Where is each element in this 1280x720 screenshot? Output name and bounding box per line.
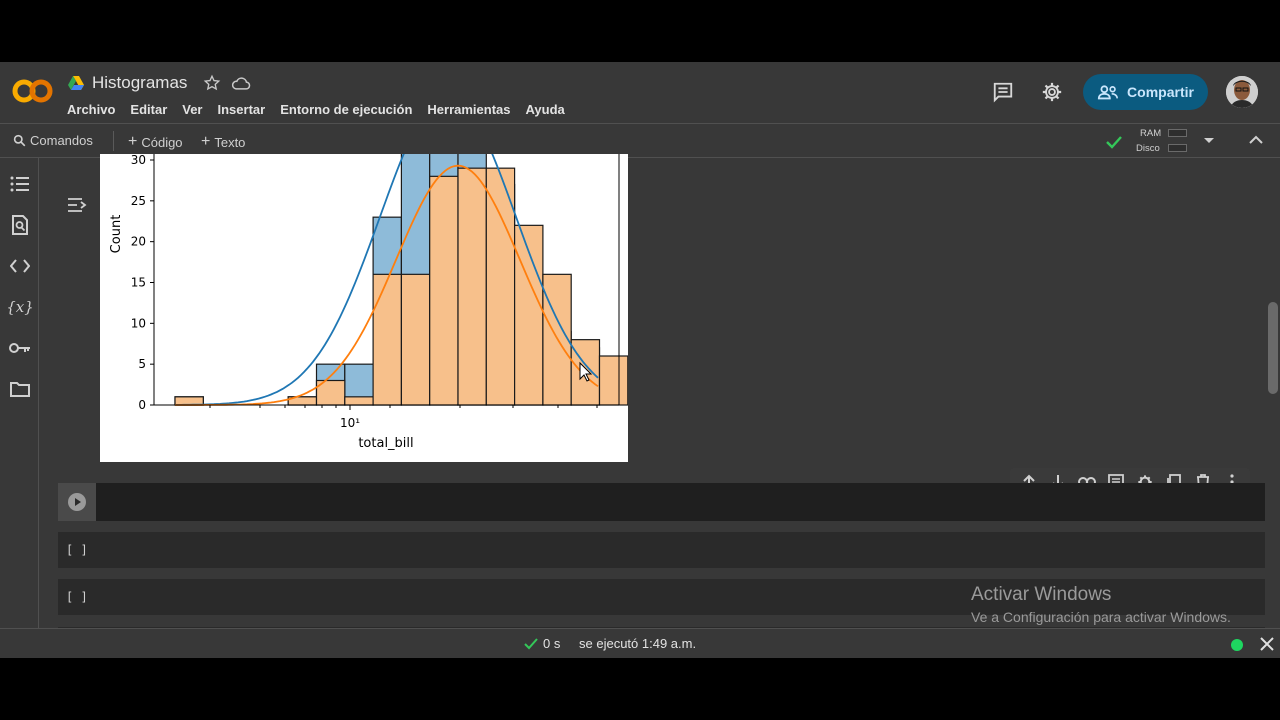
menu-entorno[interactable]: Entorno de ejecución [280, 102, 412, 117]
y-tick-label: 15 [131, 276, 146, 290]
menu-ayuda[interactable]: Ayuda [526, 102, 565, 117]
histogram-bar-orange [598, 355, 629, 406]
secrets-key-icon[interactable] [9, 337, 31, 359]
menu-archivo[interactable]: Archivo [67, 102, 115, 117]
runtime-dropdown-icon[interactable] [1203, 137, 1215, 145]
commands-button[interactable]: Comandos [13, 133, 93, 148]
x-axis-label: total_bill [358, 436, 413, 451]
close-icon[interactable] [1258, 635, 1276, 653]
cell-execution-bracket: [ ] [66, 543, 88, 557]
y-tick-label: 0 [138, 398, 146, 412]
find-replace-icon[interactable] [9, 214, 31, 236]
add-text-label: Texto [214, 134, 246, 150]
cell-execution-bracket: [ ] [66, 590, 88, 604]
executed-text: se ejecutó 1:49 a.m. [579, 636, 697, 651]
notebook-area: 0 5 10 15 20 25 30 10¹ total_bill Count [ ] [ ] [40, 93, 1280, 658]
play-icon [68, 493, 86, 511]
toolbar-divider [113, 131, 114, 151]
watermark-subtitle: Ve a Configuración para activar Windows. [971, 609, 1231, 625]
share-button[interactable]: Compartir [1083, 74, 1208, 110]
plus-icon: + [201, 133, 211, 150]
files-folder-icon[interactable] [9, 378, 31, 400]
ram-bar [1168, 129, 1187, 137]
add-text-button[interactable]: + Texto [201, 133, 245, 151]
check-icon [524, 637, 538, 649]
histogram-output: 0 5 10 15 20 25 30 10¹ total_bill Count [100, 93, 629, 462]
executed-at: se ejecutó 1:49 a.m. [579, 636, 696, 651]
output-toggle-icon[interactable] [66, 194, 88, 216]
menu-bar: Archivo Editar Ver Insertar Entorno de e… [67, 102, 565, 117]
histogram-bar-orange [372, 273, 403, 406]
y-tick-label: 10 [131, 316, 146, 330]
y-axis-label: Count [109, 215, 124, 254]
elapsed-time: 0 s [543, 636, 561, 651]
histogram-bar-orange [400, 273, 431, 406]
code-cell[interactable]: [ ] [58, 532, 1265, 568]
histogram-bar-orange [429, 175, 459, 406]
code-snippets-icon[interactable] [9, 255, 31, 277]
ram-label: RAM [1140, 128, 1162, 139]
disk-bar [1168, 144, 1187, 152]
resources-indicator[interactable]: RAM Disco [1135, 126, 1190, 156]
y-tick-label: 5 [138, 357, 146, 371]
connection-status-dot [1231, 639, 1243, 651]
vertical-scrollbar[interactable] [1268, 302, 1278, 394]
avatar[interactable] [1226, 76, 1258, 108]
comments-icon[interactable] [991, 80, 1015, 104]
colab-logo[interactable] [12, 76, 54, 106]
connected-check-icon [1106, 136, 1122, 149]
add-code-button[interactable]: + Código [128, 133, 183, 151]
colab-app: Histogramas Archivo Editar Ver Insertar … [0, 62, 1280, 658]
settings-gear-icon[interactable] [1040, 80, 1064, 104]
people-icon [1097, 85, 1119, 100]
histogram-chart: 0 5 10 15 20 25 30 10¹ total_bill Count [109, 93, 629, 451]
execution-status[interactable]: 0 s [524, 636, 560, 651]
disk-label: Disco [1136, 143, 1160, 154]
watermark-title: Activar Windows [971, 584, 1112, 605]
notebook-toolbar: Comandos + Código + Texto RAM Disco [0, 123, 1280, 158]
share-label: Compartir [1127, 84, 1194, 100]
plus-icon: + [128, 133, 138, 150]
drive-icon [68, 76, 84, 90]
menu-insertar[interactable]: Insertar [218, 102, 266, 117]
y-tick-label: 30 [131, 154, 146, 167]
star-icon[interactable] [203, 74, 221, 92]
histogram-bar-orange [457, 167, 487, 406]
cloud-icon[interactable] [231, 74, 251, 92]
notebook-title[interactable]: Histogramas [92, 73, 187, 93]
add-code-label: Código [141, 134, 183, 150]
menu-ver[interactable]: Ver [182, 102, 202, 117]
left-sidebar: {x} [0, 158, 39, 658]
header: Histogramas Archivo Editar Ver Insertar … [0, 62, 1280, 123]
menu-herramientas[interactable]: Herramientas [427, 102, 510, 117]
run-cell-button[interactable] [58, 483, 96, 521]
collapse-chevron-up-icon[interactable] [1249, 135, 1263, 145]
y-tick-label: 25 [131, 194, 146, 208]
windows-activation-watermark: Activar Windows Ve a Configuración para … [971, 584, 1231, 625]
y-tick-label: 20 [131, 235, 146, 249]
table-of-contents-icon[interactable] [9, 173, 31, 195]
menu-editar[interactable]: Editar [130, 102, 167, 117]
variables-icon[interactable]: {x} [6, 296, 34, 318]
x-tick-label: 10¹ [340, 416, 360, 430]
active-code-cell[interactable] [58, 483, 1265, 521]
status-bar: 0 s se ejecutó 1:49 a.m. [0, 628, 1280, 658]
search-icon [13, 134, 26, 147]
commands-label: Comandos [30, 133, 93, 148]
histogram-bar-orange [344, 396, 374, 406]
